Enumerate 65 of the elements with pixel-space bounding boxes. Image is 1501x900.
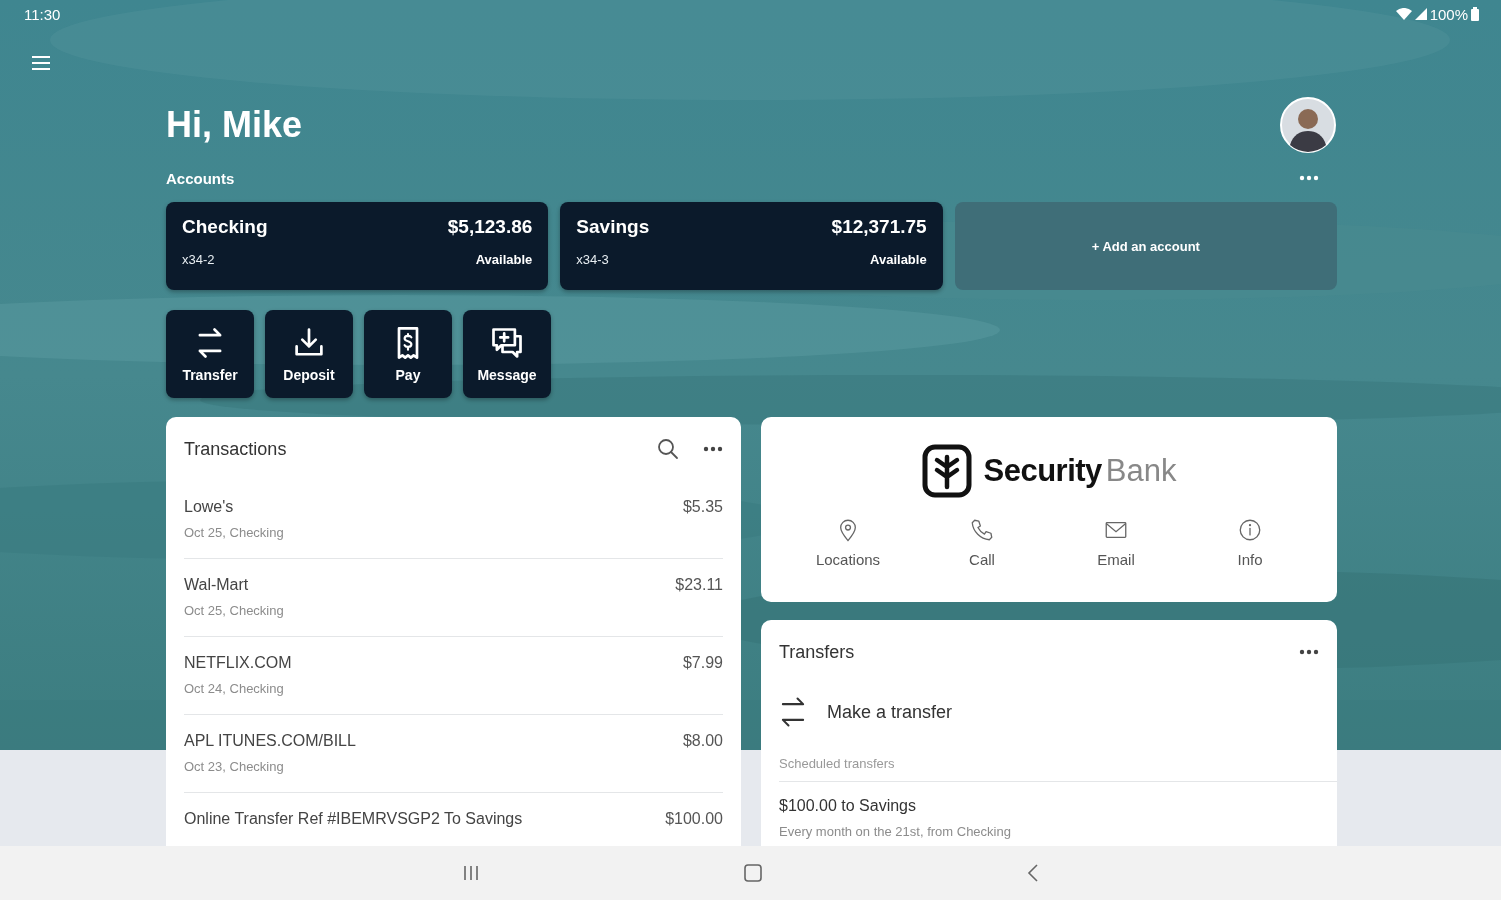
merchant-name: Online Transfer Ref #IBEMRVSGP2 To Savings xyxy=(184,810,523,828)
phone-icon xyxy=(969,517,995,543)
make-transfer-link[interactable]: Make a transfer xyxy=(775,684,1323,740)
account-card[interactable]: Checking $5,123.86 x34-2 Available xyxy=(166,202,549,290)
transaction-amount: $5.35 xyxy=(682,498,723,517)
more-icon[interactable] xyxy=(703,446,723,452)
scheduled-transfer-row[interactable]: $100.00 to Savings Every month on the 21st, from Checking xyxy=(779,782,1319,839)
battery-percent: 100% xyxy=(1429,5,1468,23)
panel-title: Transactions xyxy=(184,438,288,460)
merchant-name: Wal-Mart xyxy=(184,576,250,594)
transaction-detail: Oct 24, Checking xyxy=(184,681,285,696)
recent-apps-icon[interactable] xyxy=(462,865,481,881)
info-icon xyxy=(1237,517,1263,543)
avatar[interactable] xyxy=(1280,97,1336,153)
wifi-icon xyxy=(1395,8,1412,20)
info-link[interactable]: Info xyxy=(1183,517,1317,568)
message-button[interactable]: Message xyxy=(463,310,551,398)
balance-label: Available xyxy=(869,252,927,269)
transaction-amount: $8.00 xyxy=(682,732,723,751)
panel-title: Transfers xyxy=(779,641,855,663)
battery-icon xyxy=(1471,7,1479,21)
account-balance: $12,371.75 xyxy=(831,216,927,239)
account-card[interactable]: Savings $12,371.75 x34-3 Available xyxy=(560,202,943,290)
transfer-button[interactable]: Transfer xyxy=(166,310,254,398)
signal-icon xyxy=(1414,8,1427,20)
merchant-name: Lowe's xyxy=(184,498,235,516)
transaction-amount: $7.99 xyxy=(682,654,723,673)
phone-link[interactable]: Call xyxy=(915,517,1049,568)
transaction-row[interactable]: Lowe's Oct 25, Checking $5.35 xyxy=(184,481,723,559)
transaction-amount: $23.11 xyxy=(675,576,723,595)
account-number: x34-2 xyxy=(182,252,216,269)
more-icon[interactable] xyxy=(1299,175,1319,181)
merchant-name: APL ITUNES.COM/BILL xyxy=(184,732,356,750)
deposit-button[interactable]: Deposit xyxy=(265,310,353,398)
transfer-title: $100.00 to Savings xyxy=(779,797,917,815)
bank-name-suffix: Bank xyxy=(1105,453,1177,489)
clock-time: 11:30 xyxy=(24,5,61,23)
search-icon[interactable] xyxy=(657,438,679,460)
home-icon[interactable] xyxy=(744,864,763,882)
transaction-detail: Oct 25, Checking xyxy=(184,603,284,618)
section-heading: Scheduled transfers xyxy=(779,756,1337,782)
account-name: Savings xyxy=(576,216,651,239)
pay-button[interactable]: Pay xyxy=(364,310,452,398)
transaction-amount: $100.00 xyxy=(665,810,723,829)
transaction-detail: Oct 23, Checking xyxy=(184,759,285,774)
greeting: Hi, Mike xyxy=(166,104,303,146)
back-icon[interactable] xyxy=(1026,864,1039,882)
account-name: Checking xyxy=(182,216,269,239)
transaction-row[interactable]: Wal-Mart Oct 25, Checking $23.11 xyxy=(184,559,723,637)
balance-label: Available xyxy=(474,252,533,269)
location-link[interactable]: Locations xyxy=(781,517,915,568)
account-number: x34-3 xyxy=(576,252,610,269)
transfer-detail: Every month on the 21st, from Checking xyxy=(779,824,1012,839)
add-account-button[interactable]: + Add an account xyxy=(954,202,1337,290)
transaction-detail: Oct 25, Checking xyxy=(184,525,284,540)
bank-name: Security xyxy=(983,453,1102,489)
more-icon[interactable] xyxy=(1299,649,1319,655)
transaction-row[interactable]: NETFLIX.COM Oct 24, Checking $7.99 xyxy=(184,637,723,715)
transaction-row[interactable]: APL ITUNES.COM/BILL Oct 23, Checking $8.00 xyxy=(184,715,723,793)
section-label: Accounts xyxy=(166,169,235,187)
mail-link[interactable]: Email xyxy=(1049,517,1183,568)
menu-icon[interactable] xyxy=(31,55,51,71)
chat-icon xyxy=(489,325,525,361)
account-balance: $5,123.86 xyxy=(447,216,533,239)
merchant-name: NETFLIX.COM xyxy=(184,654,292,672)
